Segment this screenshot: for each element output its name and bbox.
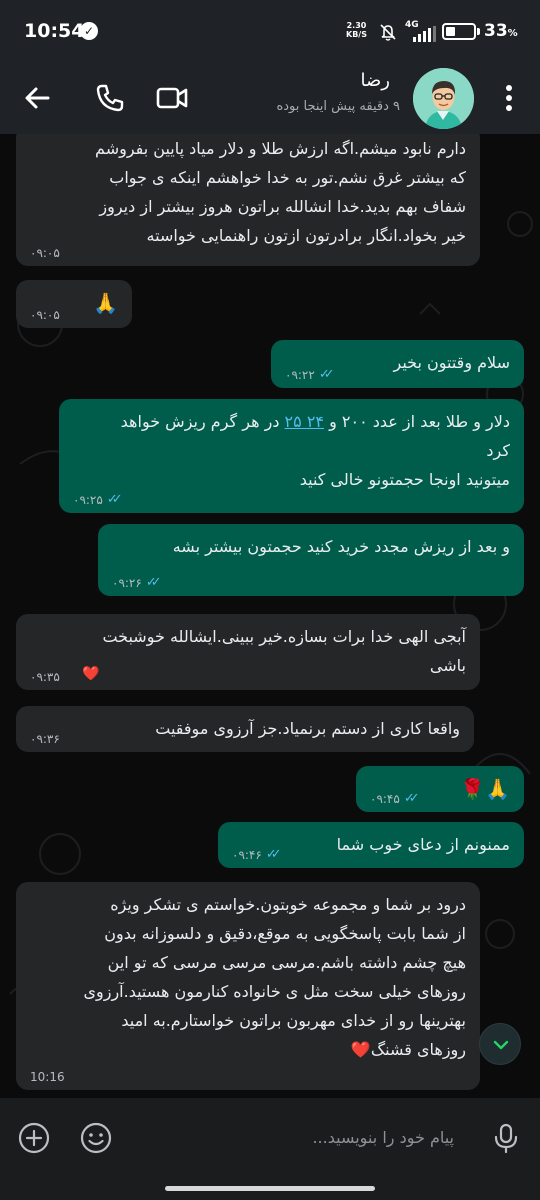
back-arrow-icon[interactable] [18, 78, 58, 118]
message-input[interactable]: پیام خود را بنویسید... [0, 1098, 540, 1178]
avatar-illustration [413, 68, 474, 129]
message-time: 10:16 [30, 1070, 65, 1084]
message-text-segment: در هر گرم ریزش خواهد [120, 412, 285, 431]
heart-reaction-icon[interactable]: ❤️ [82, 664, 99, 684]
message-meta: ۰۹:۳۶ [30, 732, 60, 746]
message-text-line: روزهای قشنگ❤️ [350, 1040, 466, 1059]
read-ticks-icon: ✓✓ [145, 575, 162, 590]
chevron-down-icon [493, 1040, 509, 1050]
battery-percent-value: 33 [484, 21, 508, 41]
home-indicator[interactable] [165, 1186, 375, 1191]
battery-fill [446, 27, 455, 36]
composer-bar: پیام خود را بنویسید... [0, 1098, 540, 1200]
message-meta: ۰۹:۰۵ [30, 246, 60, 260]
message-text-line: بهترینها رو از خدای مهربون براتون خواستا… [121, 1011, 466, 1030]
last-seen: ۹ دقیقه پیش اینجا بوده [276, 99, 400, 114]
message-text-line: خیر بخواد.انگار برادرتون ازتون راهنمایی … [146, 226, 466, 245]
message-text-segment: دلار و طلا بعد از عدد ۲۰۰ و [324, 412, 510, 431]
message-text-line: دلار و طلا بعد از عدد ۲۰۰ و ۲۴ ۲۵ در هر … [73, 407, 510, 436]
phone-icon[interactable] [90, 78, 130, 118]
message-list[interactable]: دارم نابود میشم.اگه ارزش طلا و دلار میاد… [0, 134, 540, 1098]
message-input-placeholder: پیام خود را بنویسید... [312, 1128, 454, 1147]
battery-percent-unit: % [507, 28, 518, 39]
battery-tip [477, 28, 480, 35]
message-text-line: شفاف بهم بدید.خدا انشالله براتون هروز بی… [99, 197, 466, 216]
message-text-line: دارم نابود میشم.اگه ارزش طلا و دلار میاد… [95, 139, 466, 158]
message-text-line: از شما بابت پاسخگویی به موقع،دقیق و دلسو… [104, 924, 466, 943]
message-time: ۰۹:۳۶ [30, 732, 60, 746]
message-meta: ۰۹:۰۵ [30, 308, 60, 322]
message-time: ۰۹:۲۲ [285, 368, 315, 382]
shield-check-icon: ✓ [80, 22, 98, 40]
message-meta: ۰۹:۲۵ ✓✓ [73, 492, 123, 508]
message-outgoing[interactable]: سلام وقتتون بخیر ۰۹:۲۲ ✓✓ [271, 340, 524, 388]
message-text-line: که بیشتر غرق نشم.تور به خدا خواهشم اینکه… [109, 168, 466, 187]
microphone-icon[interactable] [488, 1120, 524, 1156]
contact-name: رضا [360, 70, 390, 91]
mute-icon [380, 24, 396, 41]
avatar[interactable] [413, 68, 474, 129]
message-text-line: آبجی الهی خدا برات بسازه.خیر ببینی.ایشال… [102, 627, 466, 646]
message-time: ۰۹:۰۵ [30, 246, 60, 260]
video-camera-icon[interactable] [152, 78, 192, 118]
message-time: ۰۹:۲۶ [112, 576, 142, 590]
message-text-line: هیچ چشم داشته باشم.مرسی مرسی مرسی که تو … [107, 953, 466, 972]
scroll-to-bottom-button[interactable] [479, 1023, 521, 1065]
message-incoming[interactable]: درود بر شما و مجموعه خوبتون.خواستم ی تشک… [16, 882, 480, 1090]
read-ticks-icon: ✓✓ [403, 791, 420, 806]
message-outgoing[interactable]: و بعد از ریزش مجدد خرید کنید حجمتون بیشت… [98, 524, 524, 596]
battery-icon [442, 23, 476, 40]
message-incoming[interactable]: واقعا کاری از دستم برنمیاد.جز آرزوی موفق… [16, 706, 474, 752]
read-ticks-icon: ✓✓ [106, 492, 123, 507]
message-meta: ۰۹:۲۶ ✓✓ [112, 575, 162, 591]
read-ticks-icon: ✓✓ [318, 367, 335, 382]
chat-header: رضا ۹ دقیقه پیش اینجا بوده [0, 64, 540, 134]
message-text-line: درود بر شما و مجموعه خوبتون.خواستم ی تشک… [110, 895, 466, 914]
message-time: ۰۹:۳۵ [30, 670, 60, 684]
status-time: 10:54 [24, 20, 85, 42]
message-time: ۰۹:۴۶ [232, 848, 262, 862]
network-speed: 2.30 KB/S [346, 21, 367, 39]
message-text: و بعد از ریزش مجدد خرید کنید حجمتون بیشت… [172, 537, 510, 556]
message-meta: 10:16 [30, 1070, 65, 1084]
message-meta: ۰۹:۲۲ ✓✓ [285, 367, 335, 383]
message-text: واقعا کاری از دستم برنمیاد.جز آرزوی موفق… [155, 719, 460, 738]
message-incoming[interactable]: آبجی الهی خدا برات بسازه.خیر ببینی.ایشال… [16, 614, 480, 690]
status-bar: 10:54 ✓ 2.30 KB/S 4G 33% [0, 0, 540, 64]
message-incoming[interactable]: دارم نابود میشم.اگه ارزش طلا و دلار میاد… [16, 134, 480, 266]
message-link[interactable]: ۲۴ ۲۵ [285, 412, 324, 431]
message-time: ۰۹:۴۵ [370, 792, 400, 806]
message-time: ۰۹:۲۵ [73, 493, 103, 507]
message-outgoing[interactable]: دلار و طلا بعد از عدد ۲۰۰ و ۲۴ ۲۵ در هر … [59, 399, 524, 513]
more-vert-icon[interactable] [489, 78, 529, 118]
message-meta: ۰۹:۴۵ ✓✓ [370, 791, 420, 807]
signal-indicator: 4G [405, 20, 437, 42]
message-text-line: روزهای خیلی سخت مثل ی خانواده کنارمون هس… [83, 982, 466, 1001]
read-ticks-icon: ✓✓ [265, 847, 282, 862]
message-outgoing[interactable]: 🙏🌹 ۰۹:۴۵ ✓✓ [356, 766, 524, 812]
signal-bars-icon [413, 26, 436, 42]
network-speed-unit: KB/S [346, 30, 367, 39]
message-meta: ۰۹:۴۶ ✓✓ [232, 847, 282, 863]
battery-percent: 33% [484, 21, 518, 41]
message-time: ۰۹:۰۵ [30, 308, 60, 322]
message-meta: ۰۹:۳۵ [30, 670, 60, 684]
message-text-line: میتونید اونجا حجمتونو خالی کنید [299, 470, 510, 489]
message-text-line: کرد [486, 441, 510, 460]
message-incoming[interactable]: 🙏 ۰۹:۰۵ [16, 280, 132, 328]
message-outgoing[interactable]: ممنونم از دعای خوب شما ۰۹:۴۶ ✓✓ [218, 822, 524, 868]
network-speed-value: 2.30 [346, 21, 367, 30]
